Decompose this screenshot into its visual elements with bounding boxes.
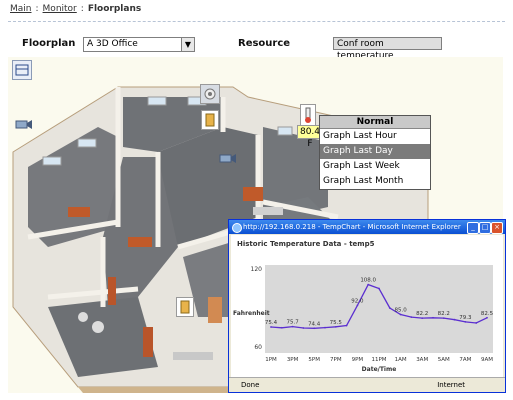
data-point <box>421 317 424 320</box>
x-tick-label: 5AM <box>438 357 450 363</box>
door-sensor-icon[interactable] <box>201 110 219 130</box>
data-point <box>367 283 370 286</box>
x-tick-label: 5PM <box>308 357 320 363</box>
breadcrumb-separator: : <box>80 4 84 14</box>
close-icon[interactable]: × <box>491 222 503 234</box>
menu-item-graph-last-week[interactable]: Graph Last Week <box>320 159 430 174</box>
temperature-chart: 120 60 1PM 3PM 5PM 7PM 9PM 11PM 1AM 3AM 5AM 7AM 9AM… <box>233 265 494 373</box>
maximize-icon[interactable]: □ <box>479 222 491 234</box>
header-divider <box>8 21 505 22</box>
x-tick-label: 9AM <box>481 357 493 363</box>
data-point <box>313 327 316 330</box>
ie-logo-icon <box>232 223 242 233</box>
data-point <box>388 307 391 309</box>
breadcrumb-separator: : <box>35 4 39 14</box>
thermometer-icon[interactable] <box>300 104 316 126</box>
ie-title-bar[interactable]: http://192.168.0.218 - TempChart - Micro… <box>229 220 505 234</box>
motion-sensor-icon[interactable] <box>200 84 220 104</box>
ie-status-bar: Done Internet <box>229 377 505 392</box>
data-point <box>280 326 283 329</box>
data-point <box>432 316 434 319</box>
data-label: 75.7 <box>286 320 299 326</box>
data-point <box>334 325 337 328</box>
data-point <box>378 287 380 290</box>
status-done-text: Done <box>241 381 260 389</box>
status-internet-text: Internet <box>437 381 465 389</box>
floorplan-tools-icon[interactable] <box>12 60 32 80</box>
data-point <box>345 324 348 327</box>
resource-field[interactable]: Conf room temperature <box>333 37 442 61</box>
data-label: 82.2 <box>416 311 428 317</box>
minimize-icon[interactable]: _ <box>467 222 479 234</box>
data-label: 85.0 <box>394 308 407 314</box>
data-point <box>475 322 478 324</box>
x-tick-label: 7AM <box>459 357 471 363</box>
x-tick-label: 1AM <box>395 357 407 363</box>
breadcrumb-main-link[interactable]: Main <box>10 4 32 14</box>
y-tick-label: 60 <box>254 344 262 351</box>
data-label: 74.4 <box>308 321 321 327</box>
graph-context-menu: Normal Graph Last Hour Graph Last Day Gr… <box>319 115 431 190</box>
data-point <box>486 316 488 319</box>
x-axis-label: Date/Time <box>362 366 397 373</box>
data-point <box>410 316 413 318</box>
camera-icon[interactable] <box>219 151 237 165</box>
data-label: 108.0 <box>360 278 376 284</box>
x-tick-label: 9PM <box>352 357 364 363</box>
resource-label: Resource <box>238 38 291 49</box>
data-label: 75.4 <box>265 320 278 326</box>
data-point <box>356 304 359 307</box>
x-tick-label: 1PM <box>265 357 277 363</box>
data-label: 82.2 <box>438 311 450 317</box>
menu-item-graph-last-month[interactable]: Graph Last Month <box>320 174 430 189</box>
x-tick-label: 7PM <box>330 357 342 363</box>
ie-window-title: http://192.168.0.218 - TempChart - Micro… <box>243 223 461 231</box>
x-tick-label: 3PM <box>287 357 299 363</box>
data-point <box>324 326 326 329</box>
data-point <box>302 327 305 329</box>
floorplan-select-value: A 3D Office <box>87 39 138 49</box>
graph-menu-header: Normal <box>320 116 430 129</box>
data-point <box>291 325 294 328</box>
breadcrumb-monitor-link[interactable]: Monitor <box>43 4 77 14</box>
plot-area <box>265 265 493 353</box>
breadcrumb: Main: Monitor: Floorplans <box>10 4 141 14</box>
data-label: 82.5 <box>481 311 494 317</box>
data-label: 92.0 <box>351 298 364 304</box>
x-tick-label: 3AM <box>416 357 428 363</box>
y-tick-label: 120 <box>251 266 263 273</box>
data-label: 75.5 <box>330 320 343 326</box>
y-axis-label: Fahrenheit <box>233 310 270 317</box>
floorplan-select[interactable]: A 3D Office ▼ <box>83 37 195 52</box>
data-point <box>399 313 402 316</box>
floorplan-label: Floorplan <box>22 38 76 49</box>
data-point <box>270 326 272 328</box>
menu-item-graph-last-day[interactable]: Graph Last Day <box>320 144 430 159</box>
camera-icon[interactable] <box>15 117 33 131</box>
ie-popup-window: http://192.168.0.218 - TempChart - Micro… <box>228 219 506 393</box>
data-point <box>453 318 456 321</box>
x-tick-label: 11PM <box>371 357 386 363</box>
data-label: 79.3 <box>459 315 472 321</box>
data-point <box>464 321 467 323</box>
menu-item-graph-last-hour[interactable]: Graph Last Hour <box>320 129 430 144</box>
ie-content-area: Historic Temperature Data - temp5 120 60 … <box>231 235 503 377</box>
data-point <box>442 317 445 320</box>
door-sensor-icon[interactable] <box>176 297 194 317</box>
chevron-down-icon[interactable]: ▼ <box>181 38 194 51</box>
breadcrumb-current: Floorplans <box>87 4 142 14</box>
